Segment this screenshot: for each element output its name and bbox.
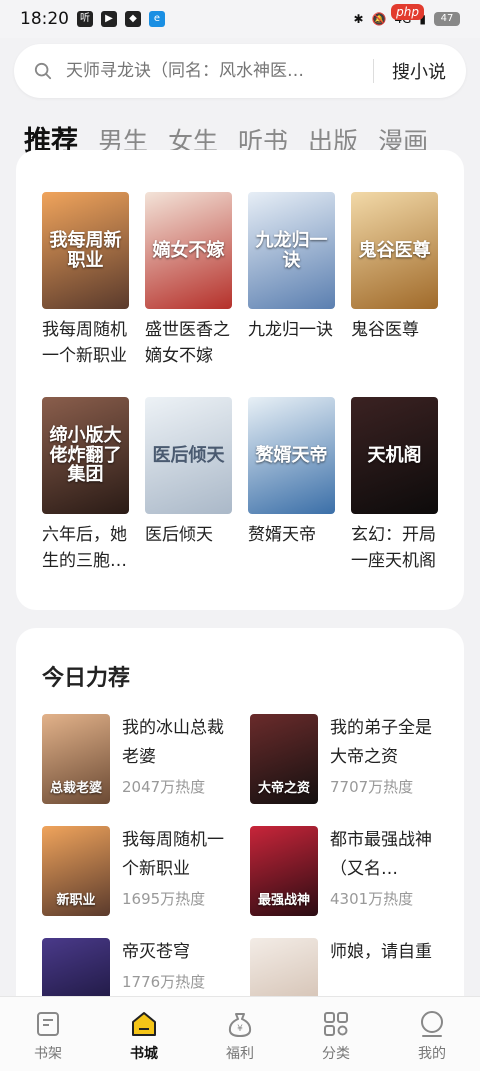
- bottom-nav: 书架 书城 ¥ 福利 分类 我的: [0, 996, 480, 1071]
- book-cover[interactable]: 缔小版大佬炸翻了集团: [42, 397, 129, 514]
- book-grid: 我每周新职业 我每周随机一个新职业 嫡女不嫁 盛世医香之嫡女不嫁 九龙归一诀 九…: [42, 192, 442, 574]
- book-title[interactable]: 盛世医香之嫡女不嫁: [145, 317, 232, 369]
- book-item[interactable]: 我每周新职业 我每周随机一个新职业: [42, 192, 129, 369]
- search-button[interactable]: 搜小说: [392, 58, 446, 84]
- recommend-cover[interactable]: 新职业: [42, 826, 110, 916]
- nav-welfare[interactable]: ¥ 福利: [192, 997, 288, 1071]
- book-title[interactable]: 我每周随机一个新职业: [42, 317, 129, 369]
- status-app3-icon: e: [149, 11, 165, 27]
- recommend-heat: 2047万热度: [122, 778, 206, 796]
- recommend-title[interactable]: 我的弟子全是大帝之资: [330, 714, 440, 772]
- book-cover[interactable]: 鬼谷医尊: [351, 192, 438, 309]
- recommend-item[interactable]: 大帝之资 我的弟子全是大帝之资 7707万热度: [250, 714, 440, 804]
- book-title[interactable]: 赘婿天帝: [248, 522, 335, 574]
- cover-text: 医后倾天: [152, 444, 225, 466]
- battery-icon: 47: [434, 12, 460, 26]
- nav-label: 分类: [322, 1046, 350, 1062]
- recommend-heat: 1695万热度: [122, 890, 206, 908]
- search-divider: [373, 59, 374, 83]
- php-badge: php: [391, 4, 424, 20]
- status-play-icon: ▶: [101, 11, 117, 27]
- svg-text:¥: ¥: [237, 1024, 243, 1034]
- status-left: 18:20 听 ▶ ◆ e: [20, 9, 165, 29]
- cover-text: 我每周新职业: [49, 229, 122, 271]
- mute-icon: 🔕: [371, 12, 387, 26]
- recommend-item[interactable]: 总裁老婆 我的冰山总裁老婆 2047万热度: [42, 714, 232, 804]
- category-icon: [324, 1012, 348, 1036]
- recommend-item[interactable]: 最强战神 都市最强战神（又名… 4301万热度: [250, 826, 440, 916]
- recommend-info: 都市最强战神（又名… 4301万热度: [330, 826, 440, 916]
- status-app2-icon: ◆: [125, 11, 141, 27]
- search-icon: [34, 62, 52, 80]
- recommend-cover[interactable]: 总裁老婆: [42, 714, 110, 804]
- cover-text: 大帝之资: [257, 781, 310, 796]
- recommend-info: 我的弟子全是大帝之资 7707万热度: [330, 714, 440, 804]
- section-title: 今日力荐: [42, 666, 131, 691]
- recommend-title[interactable]: 师娘，请自重: [330, 938, 440, 967]
- recommend-item[interactable]: 新职业 我每周随机一个新职业 1695万热度: [42, 826, 232, 916]
- book-cover[interactable]: 医后倾天: [145, 397, 232, 514]
- book-item[interactable]: 缔小版大佬炸翻了集团 六年后，她生的三胞胎…: [42, 397, 129, 574]
- bookstore-icon: [132, 1012, 156, 1036]
- nav-bookstore[interactable]: 书城: [96, 997, 192, 1071]
- book-cover[interactable]: 嫡女不嫁: [145, 192, 232, 309]
- recommend-heat: 7707万热度: [330, 778, 414, 796]
- cover-text: 天机阁: [367, 444, 422, 466]
- profile-icon: [421, 1011, 443, 1037]
- recommend-title[interactable]: 帝灭苍穹: [122, 938, 232, 967]
- book-item[interactable]: 嫡女不嫁 盛世医香之嫡女不嫁: [145, 192, 232, 369]
- cover-text: 赘婿天帝: [255, 444, 328, 466]
- recommend-grid: 总裁老婆 我的冰山总裁老婆 2047万热度 大帝之资 我的弟子全是大帝之资 77…: [42, 714, 446, 1028]
- nav-category[interactable]: 分类: [288, 997, 384, 1071]
- cover-text: 总裁老婆: [49, 781, 102, 796]
- recommend-info: 我的冰山总裁老婆 2047万热度: [122, 714, 232, 804]
- cover-text: 鬼谷医尊: [358, 239, 431, 261]
- book-item[interactable]: 赘婿天帝 赘婿天帝: [248, 397, 335, 574]
- book-item[interactable]: 天机阁 玄幻：开局一座天机阁: [351, 397, 438, 574]
- book-title[interactable]: 九龙归一诀: [248, 317, 335, 369]
- book-title[interactable]: 玄幻：开局一座天机阁: [351, 522, 438, 574]
- wallet-icon: ¥: [228, 1013, 252, 1037]
- recommend-heat: 1776万热度: [122, 973, 206, 991]
- book-cover[interactable]: 我每周新职业: [42, 192, 129, 309]
- bookshelf-icon: [37, 1012, 59, 1036]
- status-app-icon: 听: [77, 11, 93, 27]
- search-input[interactable]: [64, 60, 363, 82]
- nav-label: 我的: [418, 1046, 446, 1062]
- book-item[interactable]: 九龙归一诀 九龙归一诀: [248, 192, 335, 369]
- cover-text: 新职业: [56, 893, 96, 908]
- cover-text: 最强战神: [257, 893, 310, 908]
- cover-text: 缔小版大佬炸翻了集团: [49, 424, 122, 486]
- search-bar[interactable]: 搜小说: [14, 44, 466, 98]
- recommend-card: 今日力荐 总裁老婆 我的冰山总裁老婆 2047万热度 大帝之资 我的弟子全是大帝…: [16, 628, 464, 1048]
- nav-profile[interactable]: 我的: [384, 997, 480, 1071]
- book-title[interactable]: 六年后，她生的三胞胎…: [42, 522, 129, 574]
- bluetooth-icon: ✱: [353, 12, 364, 26]
- status-bar: 18:20 听 ▶ ◆ e ✱ 🔕 4G ▮ 47 php: [0, 0, 480, 38]
- cover-text: 嫡女不嫁: [152, 239, 225, 261]
- book-cover[interactable]: 九龙归一诀: [248, 192, 335, 309]
- recommend-title[interactable]: 都市最强战神（又名…: [330, 826, 440, 884]
- book-title[interactable]: 医后倾天: [145, 522, 232, 574]
- recommend-info: 我每周随机一个新职业 1695万热度: [122, 826, 232, 916]
- book-item[interactable]: 鬼谷医尊 鬼谷医尊: [351, 192, 438, 369]
- nav-bookshelf[interactable]: 书架: [0, 997, 96, 1071]
- status-time: 18:20: [20, 9, 69, 29]
- recommend-title[interactable]: 我的冰山总裁老婆: [122, 714, 232, 772]
- recommend-title[interactable]: 我每周随机一个新职业: [122, 826, 232, 884]
- cover-text: 九龙归一诀: [255, 229, 328, 271]
- recommend-heat: 4301万热度: [330, 890, 414, 908]
- book-cover[interactable]: 赘婿天帝: [248, 397, 335, 514]
- nav-label: 书架: [34, 1046, 62, 1062]
- nav-label: 福利: [226, 1046, 254, 1062]
- nav-label: 书城: [130, 1046, 158, 1062]
- book-cover[interactable]: 天机阁: [351, 397, 438, 514]
- book-title[interactable]: 鬼谷医尊: [351, 317, 438, 369]
- book-grid-card: 我每周新职业 我每周随机一个新职业 嫡女不嫁 盛世医香之嫡女不嫁 九龙归一诀 九…: [16, 150, 464, 610]
- recommend-cover[interactable]: 最强战神: [250, 826, 318, 916]
- book-item[interactable]: 医后倾天 医后倾天: [145, 397, 232, 574]
- recommend-cover[interactable]: 大帝之资: [250, 714, 318, 804]
